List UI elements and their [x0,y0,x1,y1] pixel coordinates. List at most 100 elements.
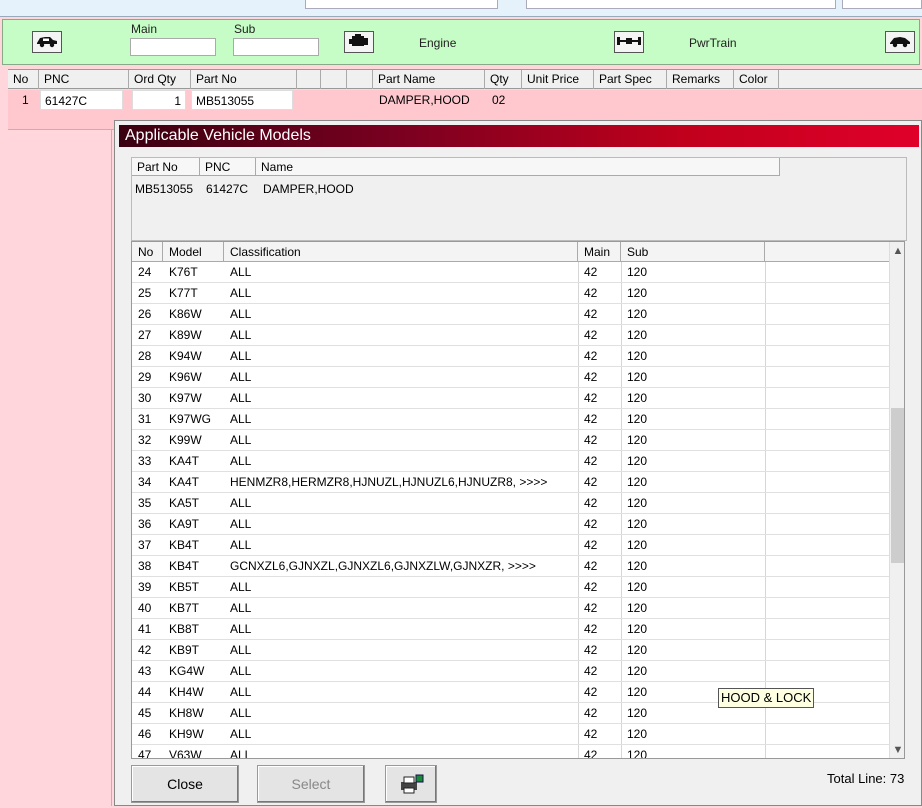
cell-model: K94W [169,349,202,363]
list-item[interactable]: 35 KA5T ALL 42 120 [132,493,889,514]
list-item[interactable]: 30 K97W ALL 42 120 [132,388,889,409]
cell-model: V63W [169,748,202,759]
list-header-main[interactable]: Main [578,242,621,262]
col-header-blank[interactable] [297,70,321,89]
cell-model: K76T [169,265,198,279]
list-header-no[interactable]: No [132,242,163,262]
cell-classification: ALL [230,622,252,636]
cell-sub: 120 [627,496,648,510]
print-button[interactable] [385,765,437,803]
cell-model: KG4W [169,664,205,678]
cell-classification: ALL [230,727,252,741]
col-header-qty[interactable]: Qty [485,70,522,89]
cell-model: K77T [169,286,198,300]
cell-model: K89W [169,328,202,342]
main-input[interactable] [130,38,216,56]
list-item[interactable]: 34 KA4T HENMZR8,HERMZR8,HJNUZL,HJNUZL6,HJN… [132,472,889,493]
top-field[interactable] [526,0,836,9]
cell-no: 43 [138,664,152,678]
cell-no: 29 [138,370,152,384]
list-item[interactable]: 42 KB9T ALL 42 120 [132,640,889,661]
cell-no: 46 [138,727,152,741]
scroll-down-icon[interactable]: ▼ [890,742,904,758]
list-item[interactable]: 47 V63W ALL 42 120 [132,745,889,759]
powertrain-button[interactable] [614,31,644,53]
close-button[interactable]: Close [131,765,239,803]
list-item[interactable]: 25 K77T ALL 42 120 [132,283,889,304]
list-item[interactable]: 28 K94W ALL 42 120 [132,346,889,367]
col-header-part-name[interactable]: Part Name [373,70,485,89]
cell-model: KB7T [169,601,200,615]
list-header-model[interactable]: Model [163,242,224,262]
row-part-no[interactable]: MB513055 [191,90,293,110]
cell-model: KA9T [169,517,200,531]
cell-no: 33 [138,454,152,468]
col-header-ord-qty[interactable]: Ord Qty [129,70,191,89]
select-button[interactable]: Select [257,765,365,803]
info-header-name: Name [256,158,780,176]
top-field[interactable] [305,0,498,9]
cell-classification: ALL [230,517,252,531]
list-item[interactable]: 32 K99W ALL 42 120 [132,430,889,451]
col-header-part-spec[interactable]: Part Spec [594,70,667,89]
list-item[interactable]: 33 KA4T ALL 42 120 [132,451,889,472]
info-header-part-no: Part No [132,158,200,176]
models-list[interactable]: No Model Classification Main Sub 24 K76T A… [131,241,905,759]
engine-button[interactable] [344,31,374,53]
scroll-up-icon[interactable]: ▲ [890,243,904,259]
cell-model: KB9T [169,643,200,657]
col-header-remarks[interactable]: Remarks [667,70,734,89]
list-item[interactable]: 27 K89W ALL 42 120 [132,325,889,346]
cell-main: 42 [584,307,598,321]
list-item[interactable]: 24 K76T ALL 42 120 [132,262,889,283]
cell-model: KH4W [169,685,204,699]
col-header-color[interactable]: Color [734,70,779,89]
cell-main: 42 [584,391,598,405]
cell-main: 42 [584,412,598,426]
cell-no: 32 [138,433,152,447]
list-item[interactable]: 26 K86W ALL 42 120 [132,304,889,325]
list-item[interactable]: 46 KH9W ALL 42 120 [132,724,889,745]
car-interior-button[interactable] [885,31,915,53]
cell-main: 42 [584,580,598,594]
dialog-title[interactable]: Applicable Vehicle Models [119,125,919,147]
cell-model: K97W [169,391,202,405]
row-ord-qty[interactable]: 1 [132,90,186,110]
cell-no: 30 [138,391,152,405]
list-item[interactable]: 36 KA9T ALL 42 120 [132,514,889,535]
row-pnc[interactable]: 61427C [40,90,123,110]
col-header-blank[interactable] [347,70,373,89]
list-item[interactable]: 41 KB8T ALL 42 120 [132,619,889,640]
vertical-scrollbar[interactable]: ▲ ▼ [889,242,904,758]
applicable-models-dialog: Applicable Vehicle Models Part No PNC Na… [114,120,922,806]
row-qty: 02 [492,93,506,107]
list-item[interactable]: 38 KB4T GCNXZL6,GJNXZL,GJNXZL6,GJNXZLW,GJN… [132,556,889,577]
list-header-sub[interactable]: Sub [621,242,765,262]
list-item[interactable]: 40 KB7T ALL 42 120 [132,598,889,619]
col-header-part-no[interactable]: Part No [191,70,297,89]
cell-main: 42 [584,475,598,489]
scrollbar-thumb[interactable] [891,408,904,563]
cell-no: 42 [138,643,152,657]
main-label: Main [131,22,158,36]
col-header-unit-price[interactable]: Unit Price [522,70,594,89]
list-item[interactable]: 43 KG4W ALL 42 120 [132,661,889,682]
list-item[interactable]: 31 K97WG ALL 42 120 [132,409,889,430]
cell-no: 25 [138,286,152,300]
car-body-button[interactable] [32,31,62,53]
sub-input[interactable] [233,38,319,56]
list-header-classification[interactable]: Classification [224,242,578,262]
info-pnc: 61427C [206,182,249,196]
cell-model: KB4T [169,538,200,552]
list-item[interactable]: 29 K96W ALL 42 120 [132,367,889,388]
cell-main: 42 [584,286,598,300]
cell-main: 42 [584,748,598,759]
top-field[interactable] [842,0,922,9]
list-item[interactable]: 37 KB4T ALL 42 120 [132,535,889,556]
col-header-no[interactable]: No [8,70,39,89]
list-item[interactable]: 39 KB5T ALL 42 120 [132,577,889,598]
cell-classification: ALL [230,748,252,759]
cell-model: KH8W [169,706,204,720]
col-header-pnc[interactable]: PNC [39,70,129,89]
col-header-blank[interactable] [321,70,347,89]
